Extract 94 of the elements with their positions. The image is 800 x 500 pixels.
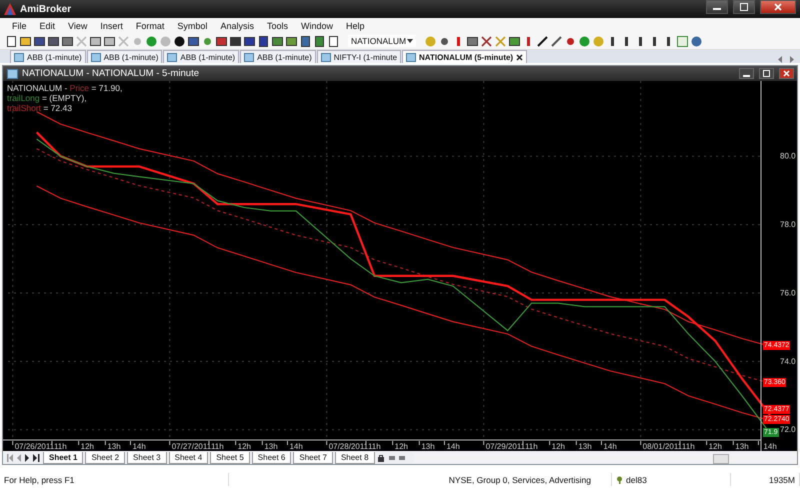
window-title: AmiBroker xyxy=(20,4,72,14)
y-axis-label: 72.0 xyxy=(780,425,796,434)
sheet-navigation-icon[interactable] xyxy=(7,454,41,462)
chart-window-icon xyxy=(7,68,18,78)
x-axis-label: 13h xyxy=(421,442,435,451)
x-axis-label: 11h xyxy=(210,442,224,451)
y-axis-label: 78.0 xyxy=(780,220,796,230)
x-axis-label: 11h xyxy=(368,442,381,451)
x-axis-label: 11h xyxy=(524,442,538,451)
maximize-button[interactable] xyxy=(733,0,755,14)
x-axis-label: 07/27/2011 xyxy=(172,442,212,451)
menu-item[interactable]: Edit xyxy=(40,20,56,30)
sheet-tab[interactable]: Sheet 4 xyxy=(168,452,208,464)
scrollbar-thumb[interactable] xyxy=(712,454,729,464)
close-button[interactable] xyxy=(779,68,794,79)
y-axis-label: 80.0 xyxy=(780,152,796,161)
key-icon xyxy=(616,476,623,484)
y-axis-label: 74.0 xyxy=(780,356,796,366)
symbol-dropdown[interactable]: NATIONALUM xyxy=(348,35,416,47)
legend-line: trailShort = 72.43 xyxy=(7,103,73,113)
chart-window-icon xyxy=(90,52,101,62)
chart-window-title: NATIONALUM - NATIONALUM - 5-minute xyxy=(22,68,200,79)
menu-item[interactable]: Window xyxy=(300,20,333,30)
document-tab[interactable]: ABB (1-minute) xyxy=(163,50,240,63)
user-name: del83 xyxy=(626,474,647,484)
minimize-button[interactable] xyxy=(739,68,754,79)
horizontal-scrollbar[interactable] xyxy=(414,452,797,462)
x-axis-label: 07/28/2011 xyxy=(328,442,368,451)
document-tab[interactable]: ABB (1-minute) xyxy=(86,50,162,63)
new-file-icon[interactable] xyxy=(328,36,339,46)
close-icon[interactable] xyxy=(516,54,524,60)
chart-window-icon xyxy=(167,52,178,62)
x-axis-label: 14h xyxy=(446,442,460,451)
symbol-value: NATIONALUM xyxy=(351,36,406,46)
chart-window-icon xyxy=(244,52,254,62)
sheet-tab[interactable]: Sheet 6 xyxy=(252,452,292,464)
chart-window-icon xyxy=(320,52,331,62)
maximize-icon xyxy=(763,70,770,77)
menu-item[interactable]: Tools xyxy=(266,20,288,30)
x-axis-label: 14h xyxy=(289,442,303,451)
x-axis-label: 13h xyxy=(578,442,592,451)
status-symbol-info: NYSE, Group 0, Services, Advertising xyxy=(229,473,612,486)
status-help-text: For Help, press F1 xyxy=(0,473,229,486)
document-tab[interactable]: ABB (1-minute) xyxy=(240,50,316,63)
x-axis-label: 12h xyxy=(80,442,94,451)
x-axis-label: 07/29/2011 xyxy=(486,442,526,451)
x-axis-label: 11h xyxy=(682,442,695,451)
x-axis-label: 13h xyxy=(107,442,121,451)
close-icon xyxy=(783,70,790,77)
document-tab[interactable]: NATIONALUM (5-minute) xyxy=(402,50,528,63)
close-button[interactable] xyxy=(760,0,796,14)
sheet-tab[interactable]: Sheet 2 xyxy=(85,452,126,464)
y-axis-label: 76.0 xyxy=(780,288,796,298)
lock-icon[interactable] xyxy=(376,454,407,462)
menu-item[interactable]: Format xyxy=(136,20,164,30)
maximize-icon xyxy=(740,3,748,11)
new-file-icon[interactable] xyxy=(6,36,17,46)
menu-item[interactable]: Symbol xyxy=(177,20,208,30)
scroll-arrows-icon[interactable] xyxy=(778,56,794,63)
maximize-button[interactable] xyxy=(759,68,774,79)
sheet-tab[interactable]: Sheet 5 xyxy=(210,452,250,464)
menu-item[interactable]: File xyxy=(12,20,27,30)
x-axis-label: 07/26/2011 xyxy=(14,442,54,451)
sheet-tab[interactable]: Sheet 7 xyxy=(293,452,333,464)
legend-line: trailLong = (EMPTY), xyxy=(7,93,88,103)
chart-window-icon xyxy=(14,52,24,62)
x-axis-label: 12h xyxy=(708,442,722,451)
minimize-button[interactable] xyxy=(706,0,728,14)
document-tab[interactable]: ABB (1-minute) xyxy=(10,50,86,63)
close-icon xyxy=(774,3,782,11)
x-axis-label: 12h xyxy=(238,442,251,451)
chart-window-icon xyxy=(406,52,416,62)
sheet-tab[interactable]: Sheet 8 xyxy=(334,452,375,464)
menu-item[interactable]: Analysis xyxy=(220,20,254,30)
menu-item[interactable]: Help xyxy=(346,20,364,30)
caret-icon xyxy=(407,39,413,43)
document-tab[interactable]: NIFTY-I (1-minute xyxy=(316,50,402,63)
x-axis-label: 14h xyxy=(763,442,777,451)
x-axis-label: 13h xyxy=(264,442,278,451)
sheet-tab[interactable]: Sheet 3 xyxy=(127,452,167,464)
x-axis-label: 12h xyxy=(394,442,408,451)
x-axis-label: 14h xyxy=(603,442,617,451)
x-axis-label: 14h xyxy=(132,442,146,451)
legend-line: NATIONALUM - Price = 71.90, xyxy=(7,83,122,93)
x-axis-label: 12h xyxy=(552,442,565,451)
menu-item[interactable]: View xyxy=(68,20,88,30)
line-icon[interactable] xyxy=(537,36,548,46)
app-logo-icon xyxy=(4,3,16,15)
menu-item[interactable]: Insert xyxy=(100,20,123,30)
x-axis-label: 08/01/2011 xyxy=(642,442,682,451)
sheet-tab[interactable]: Sheet 1 xyxy=(43,452,84,464)
status-memory: 1935M xyxy=(731,473,800,486)
x-axis-label: 13h xyxy=(735,442,749,451)
x-axis-label: 11h xyxy=(54,442,67,451)
